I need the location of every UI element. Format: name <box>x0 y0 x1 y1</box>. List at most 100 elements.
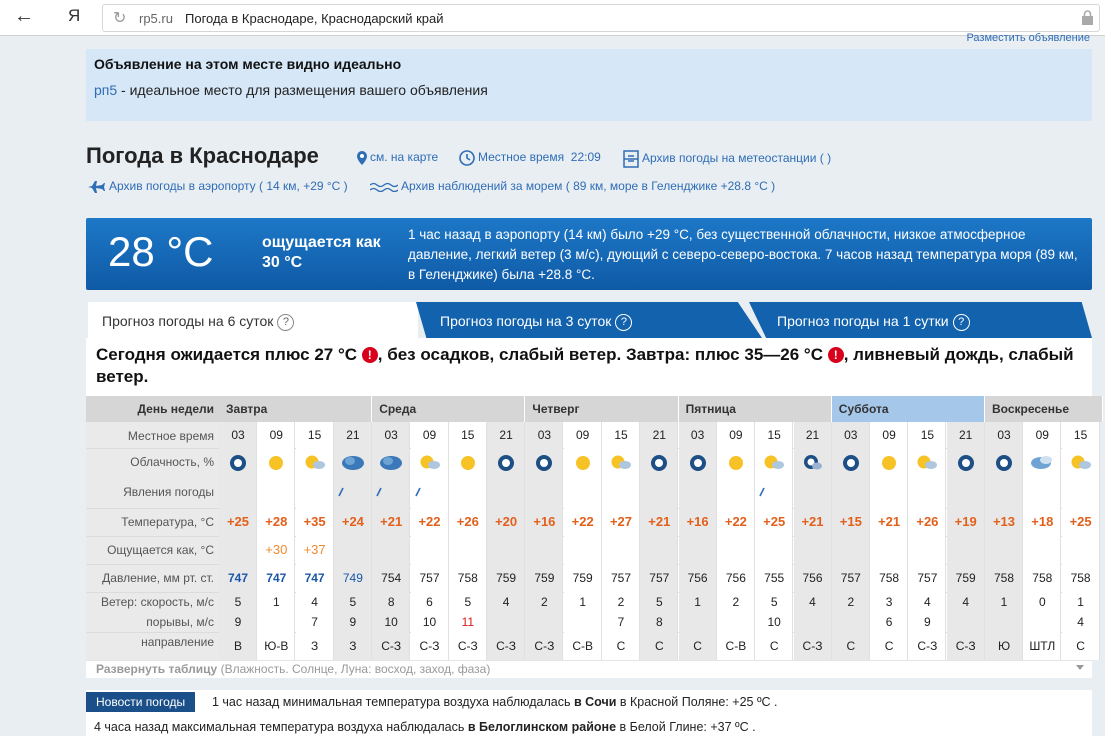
warning-icon[interactable]: ! <box>361 347 378 363</box>
chevron-down-icon[interactable] <box>1076 665 1084 670</box>
pressure-cell: 755 <box>764 571 785 585</box>
feels-like-cell: +30 <box>265 542 288 557</box>
temp-cell: +22 <box>571 514 594 529</box>
rain-icon[interactable] <box>334 478 372 508</box>
ad-box[interactable]: Объявление на этом месте видно идеально … <box>86 49 1092 121</box>
temp-cell: +35 <box>303 514 326 529</box>
wind-direction-cell: С-З <box>381 639 402 653</box>
archive-airport-link[interactable]: Архив погоды в аэропорту ( 14 км, +29 °C… <box>88 179 348 193</box>
clear-night-icon[interactable] <box>640 448 678 478</box>
temp-cell: +26 <box>456 514 479 529</box>
rain-icon[interactable] <box>755 478 793 508</box>
wind-speed-cell: 4 <box>809 595 816 609</box>
wind-gust-cell: 9 <box>234 615 242 629</box>
news-item[interactable]: 4 часа назад максимальная температура во… <box>94 720 756 734</box>
day-header[interactable]: Завтра <box>219 396 373 422</box>
wind-gust-cell <box>525 612 563 632</box>
back-button[interactable]: ← <box>14 5 34 28</box>
address-bar[interactable]: ↻ rp5.ru Погода в Краснодаре, Краснодарс… <box>102 4 1100 32</box>
partly-cloudy-icon[interactable] <box>296 448 334 478</box>
day-header[interactable]: Среда <box>372 396 526 422</box>
lock-icon[interactable] <box>1082 10 1093 25</box>
help-icon[interactable]: ? <box>277 314 295 331</box>
map-link-label: см. на карте <box>370 150 439 164</box>
map-link[interactable]: см. на карте <box>357 150 438 165</box>
sun-icon[interactable] <box>564 448 602 478</box>
pressure-cell: 759 <box>496 571 517 585</box>
partly-cloudy-icon[interactable] <box>411 448 449 478</box>
temp-cell: +21 <box>801 514 824 529</box>
thunderstorm-icon[interactable] <box>334 448 372 478</box>
wind-gust-cell <box>679 612 717 632</box>
clear-night-icon[interactable] <box>525 448 563 478</box>
post-ad-link[interactable]: Разместить объявление <box>966 32 1090 44</box>
wind-direction-cell: С-З <box>802 639 823 653</box>
news-text: 4 часа назад максимальная температура во… <box>94 720 468 734</box>
reload-icon[interactable]: ↻ <box>113 8 126 28</box>
tab-3-days[interactable]: Прогноз погоды на 3 суток? <box>416 302 762 338</box>
temp-cell: +18 <box>1031 514 1054 529</box>
rain-icon[interactable] <box>372 478 410 508</box>
wind-direction-cell: С <box>616 639 626 653</box>
clear-night-icon[interactable] <box>487 448 525 478</box>
clear-night-icon[interactable] <box>947 448 985 478</box>
wind-direction-cell: С-З <box>955 639 976 653</box>
hour-cell: 03 <box>231 428 245 442</box>
partly-cloudy-icon[interactable] <box>755 448 793 478</box>
wind-speed-cell: 4 <box>962 595 970 609</box>
wind-speed-cell: 1 <box>272 595 280 609</box>
feels-like-cell: +37 <box>303 542 326 557</box>
clear-night-icon[interactable] <box>679 448 717 478</box>
partly-cloudy-icon[interactable] <box>908 448 946 478</box>
news-tag[interactable]: Новости погоды <box>86 692 196 712</box>
partly-cloudy-icon[interactable] <box>602 448 640 478</box>
archive-sea-link[interactable]: Архив наблюдений за морем ( 89 км, море … <box>370 179 775 193</box>
wind-direction-cell: С-В <box>725 639 747 653</box>
help-icon[interactable]: ? <box>615 314 633 331</box>
clear-night-icon[interactable] <box>832 448 870 478</box>
hour-cell: 09 <box>576 428 590 442</box>
wind-speed-cell: 2 <box>847 595 855 609</box>
rain-icon[interactable] <box>411 478 449 508</box>
news-item[interactable]: 1 час назад минимальная температура возд… <box>212 695 777 709</box>
local-time[interactable]: Местное время 22:09 <box>459 150 601 166</box>
tab-1-day[interactable]: Прогноз погоды на 1 сутки? <box>749 302 1092 338</box>
sun-icon[interactable] <box>257 448 295 478</box>
wind-direction-cell: С-З <box>496 639 517 653</box>
temp-cell: +26 <box>916 514 939 529</box>
tab-6-days[interactable]: Прогноз погоды на 6 суток? <box>88 302 418 338</box>
sun-icon[interactable] <box>449 448 487 478</box>
row-label-time: Местное время <box>127 429 214 443</box>
wind-gust-cell <box>717 612 755 632</box>
wind-direction-cell: С-З <box>917 639 938 653</box>
day-header[interactable]: Суббота <box>831 396 985 422</box>
wind-gust-cell <box>1023 612 1061 632</box>
partly-cloudy-icon[interactable] <box>1062 448 1100 478</box>
ad-brand-link[interactable]: рп5 <box>94 82 117 98</box>
archive-sea-label: Архив наблюдений за морем ( 89 км, море … <box>401 179 776 193</box>
partly-cloudy-night-icon[interactable] <box>794 448 832 478</box>
day-header[interactable]: Воскресенье <box>985 396 1103 422</box>
clear-night-icon[interactable] <box>219 448 257 478</box>
day-header[interactable]: Пятница <box>678 396 832 422</box>
pressure-cell: 759 <box>534 571 555 585</box>
expand-table-toggle[interactable]: Развернуть таблицу (Влажность. Солнце, Л… <box>86 660 1092 678</box>
cloudy-icon[interactable] <box>1023 448 1061 478</box>
archive-station-link[interactable]: Архив погоды на метеостанции ( ) <box>623 150 831 168</box>
row-label-press: Давление, мм рт. ст. <box>102 571 214 585</box>
clear-night-icon[interactable] <box>985 448 1023 478</box>
sun-icon[interactable] <box>717 448 755 478</box>
hour-cell: 21 <box>652 428 666 442</box>
warning-icon[interactable]: ! <box>827 347 844 363</box>
help-icon[interactable]: ? <box>952 314 970 331</box>
pressure-cell: 747 <box>266 571 287 585</box>
page-title: Погода в Краснодаре <box>86 143 319 168</box>
row-label-cloud: Облачность, % <box>130 455 214 469</box>
thunderstorm-icon[interactable] <box>372 448 410 478</box>
pressure-cell: 747 <box>304 571 325 585</box>
yandex-logo[interactable]: Я <box>68 6 80 26</box>
wind-gust-cell <box>985 612 1023 632</box>
sun-icon[interactable] <box>870 448 908 478</box>
day-header[interactable]: Четверг <box>525 396 679 422</box>
map-pin-icon <box>357 150 367 165</box>
